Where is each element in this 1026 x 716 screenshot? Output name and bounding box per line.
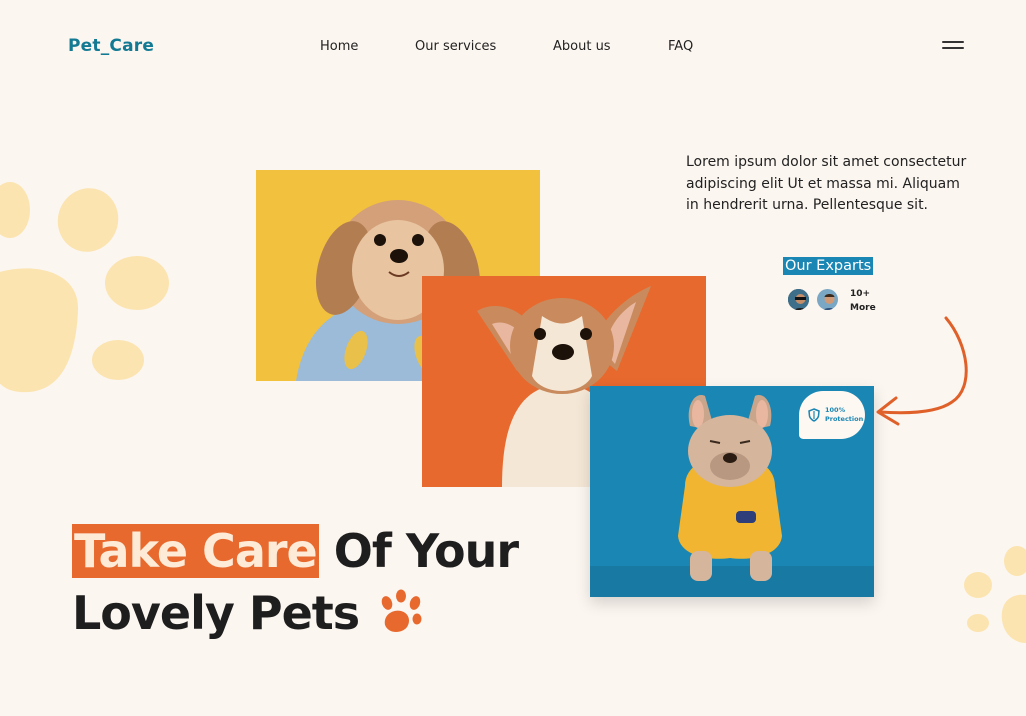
hamburger-icon[interactable]: [942, 41, 964, 51]
shield-icon: [808, 408, 820, 422]
experts-more-count: 10+: [850, 289, 871, 299]
curved-arrow-decoration: [876, 316, 968, 426]
paw-icon: [381, 589, 422, 632]
expert-avatar-2[interactable]: [815, 287, 840, 312]
hero-headline: Take Care Of Your Lovely Pets: [72, 520, 519, 644]
main-nav: Home Our services About us FAQ: [0, 39, 1026, 59]
nav-about-us[interactable]: About us: [553, 39, 611, 54]
protection-badge-text: 100% Protection: [825, 406, 865, 424]
headline-line-2: Lovely Pets: [72, 582, 518, 644]
protection-badge-line2: Protection: [825, 415, 864, 423]
nav-faq[interactable]: FAQ: [668, 39, 693, 54]
paw-decoration-right: [964, 546, 1026, 643]
paw-decoration-left: [0, 182, 169, 393]
experts-more[interactable]: 10+ More: [850, 287, 876, 315]
intro-paragraph: Lorem ipsum dolor sit amet consectetur a…: [686, 154, 967, 213]
nav-home[interactable]: Home: [320, 39, 358, 54]
expert-avatar-1[interactable]: [786, 287, 811, 312]
headline-lovely-pets: Lovely Pets: [72, 586, 360, 640]
nav-our-services[interactable]: Our services: [415, 39, 496, 54]
experts-title: Our Exparts: [783, 257, 874, 275]
protection-badge: 100% Protection: [799, 391, 865, 439]
headline-highlight: Take Care: [72, 524, 319, 578]
headline-line-1: Take Care Of Your: [72, 520, 519, 582]
protection-badge-line1: 100%: [825, 406, 846, 414]
headline-rest: Of Your: [333, 524, 519, 578]
